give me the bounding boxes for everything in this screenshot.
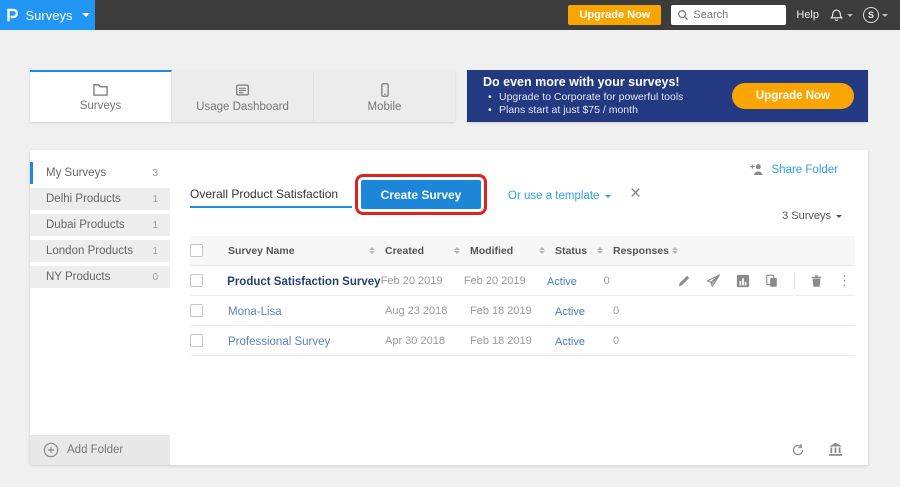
sidebar-item-ny-products[interactable]: NY Products 0: [30, 266, 170, 288]
sort-icon[interactable]: [539, 247, 545, 254]
add-folder-button[interactable]: Add Folder: [30, 435, 170, 465]
copy-icon[interactable]: [765, 274, 779, 288]
chevron-down-icon: [82, 13, 90, 17]
edit-icon[interactable]: [677, 274, 691, 288]
brand-logo-icon: [5, 7, 19, 23]
dashboard-icon: [234, 82, 251, 98]
use-template-link[interactable]: Or use a template: [508, 190, 611, 202]
survey-name-link[interactable]: Product Satisfaction Survey: [227, 276, 380, 288]
chevron-down-icon: [847, 14, 853, 17]
tab-mobile[interactable]: Mobile: [314, 70, 455, 122]
share-folder-button[interactable]: Share Folder: [749, 162, 838, 177]
topbar: Surveys Upgrade Now Help S: [0, 0, 900, 30]
status-link[interactable]: Active: [547, 276, 577, 288]
reports-icon[interactable]: [736, 274, 750, 288]
create-survey-button[interactable]: Create Survey: [361, 180, 481, 209]
mobile-icon: [377, 82, 393, 98]
sidebar-item-london-products[interactable]: London Products 1: [30, 240, 170, 262]
restore-icon[interactable]: [790, 443, 806, 457]
banner-title: Do even more with your surveys!: [483, 75, 683, 89]
row-checkbox[interactable]: [190, 304, 203, 317]
archive-bank-icon[interactable]: [828, 442, 843, 457]
help-link[interactable]: Help: [796, 9, 819, 21]
close-icon[interactable]: ×: [630, 184, 641, 203]
survey-name-link[interactable]: Mona-Lisa: [228, 306, 282, 318]
table-row: Product Satisfaction Survey Feb 20 2019 …: [190, 266, 855, 296]
account-menu[interactable]: S: [863, 7, 888, 23]
sidebar-item-dubai-products[interactable]: Dubai Products 1: [30, 214, 170, 236]
product-switcher-label: Surveys: [26, 8, 73, 23]
table-header-row: Survey Name Created Modified Status Resp…: [190, 236, 855, 266]
surveys-content: Create Survey Or use a template × Share …: [170, 150, 868, 465]
send-icon[interactable]: [706, 274, 721, 288]
sort-icon[interactable]: [672, 247, 678, 254]
main-panel: My Surveys 3 Delhi Products 1 Dubai Prod…: [30, 150, 868, 465]
app-menu[interactable]: Surveys: [0, 0, 95, 30]
upsell-banner: Do even more with your surveys! Upgrade …: [467, 70, 868, 122]
sidebar-item-delhi-products[interactable]: Delhi Products 1: [30, 188, 170, 210]
search-icon: [677, 9, 689, 21]
surveys-count-dropdown[interactable]: 3 Surveys: [782, 210, 842, 222]
tab-surveys[interactable]: Surveys: [30, 70, 172, 122]
add-person-icon: [749, 162, 765, 177]
banner-upgrade-button[interactable]: Upgrade Now: [732, 83, 854, 109]
bell-icon: [829, 8, 844, 23]
more-options-icon[interactable]: ⋮: [838, 273, 851, 289]
notifications-button[interactable]: [829, 8, 853, 23]
avatar: S: [863, 7, 879, 23]
folders-sidebar: My Surveys 3 Delhi Products 1 Dubai Prod…: [30, 150, 170, 465]
row-checkbox[interactable]: [190, 334, 203, 347]
chevron-down-icon: [882, 14, 888, 17]
survey-name-link[interactable]: Professional Survey: [228, 336, 330, 348]
folder-icon: [92, 82, 109, 97]
chevron-down-icon: [836, 215, 842, 218]
banner-bullet: Plans start at just $75 / month: [483, 104, 683, 117]
delete-icon[interactable]: [810, 274, 823, 288]
search-box[interactable]: [671, 5, 786, 25]
tabstrip: Surveys Usage Dashboard Mobile: [30, 70, 455, 122]
row-checkbox[interactable]: [190, 274, 203, 287]
status-link[interactable]: Active: [555, 306, 585, 318]
table-row: Mona-Lisa Aug 23 2018 Feb 18 2019 Active…: [190, 296, 855, 326]
select-all-checkbox[interactable]: [190, 244, 203, 257]
highlight-annotation: Create Survey: [355, 174, 487, 215]
plus-circle-icon: [43, 442, 59, 458]
banner-bullet: Upgrade to Corporate for powerful tools: [483, 91, 683, 104]
sort-icon[interactable]: [369, 247, 375, 254]
surveys-table: Survey Name Created Modified Status Resp…: [190, 236, 855, 356]
sort-icon[interactable]: [597, 247, 603, 254]
search-input[interactable]: [693, 9, 778, 21]
tab-usage-dashboard[interactable]: Usage Dashboard: [172, 70, 314, 122]
sidebar-item-my-surveys[interactable]: My Surveys 3: [30, 162, 170, 184]
new-survey-name-input[interactable]: [190, 182, 352, 208]
chevron-down-icon: [605, 195, 611, 198]
upgrade-now-button[interactable]: Upgrade Now: [568, 5, 661, 25]
divider: [794, 273, 795, 289]
table-row: Professional Survey Apr 30 2018 Feb 18 2…: [190, 326, 855, 356]
sort-icon[interactable]: [454, 247, 460, 254]
status-link[interactable]: Active: [555, 336, 585, 348]
